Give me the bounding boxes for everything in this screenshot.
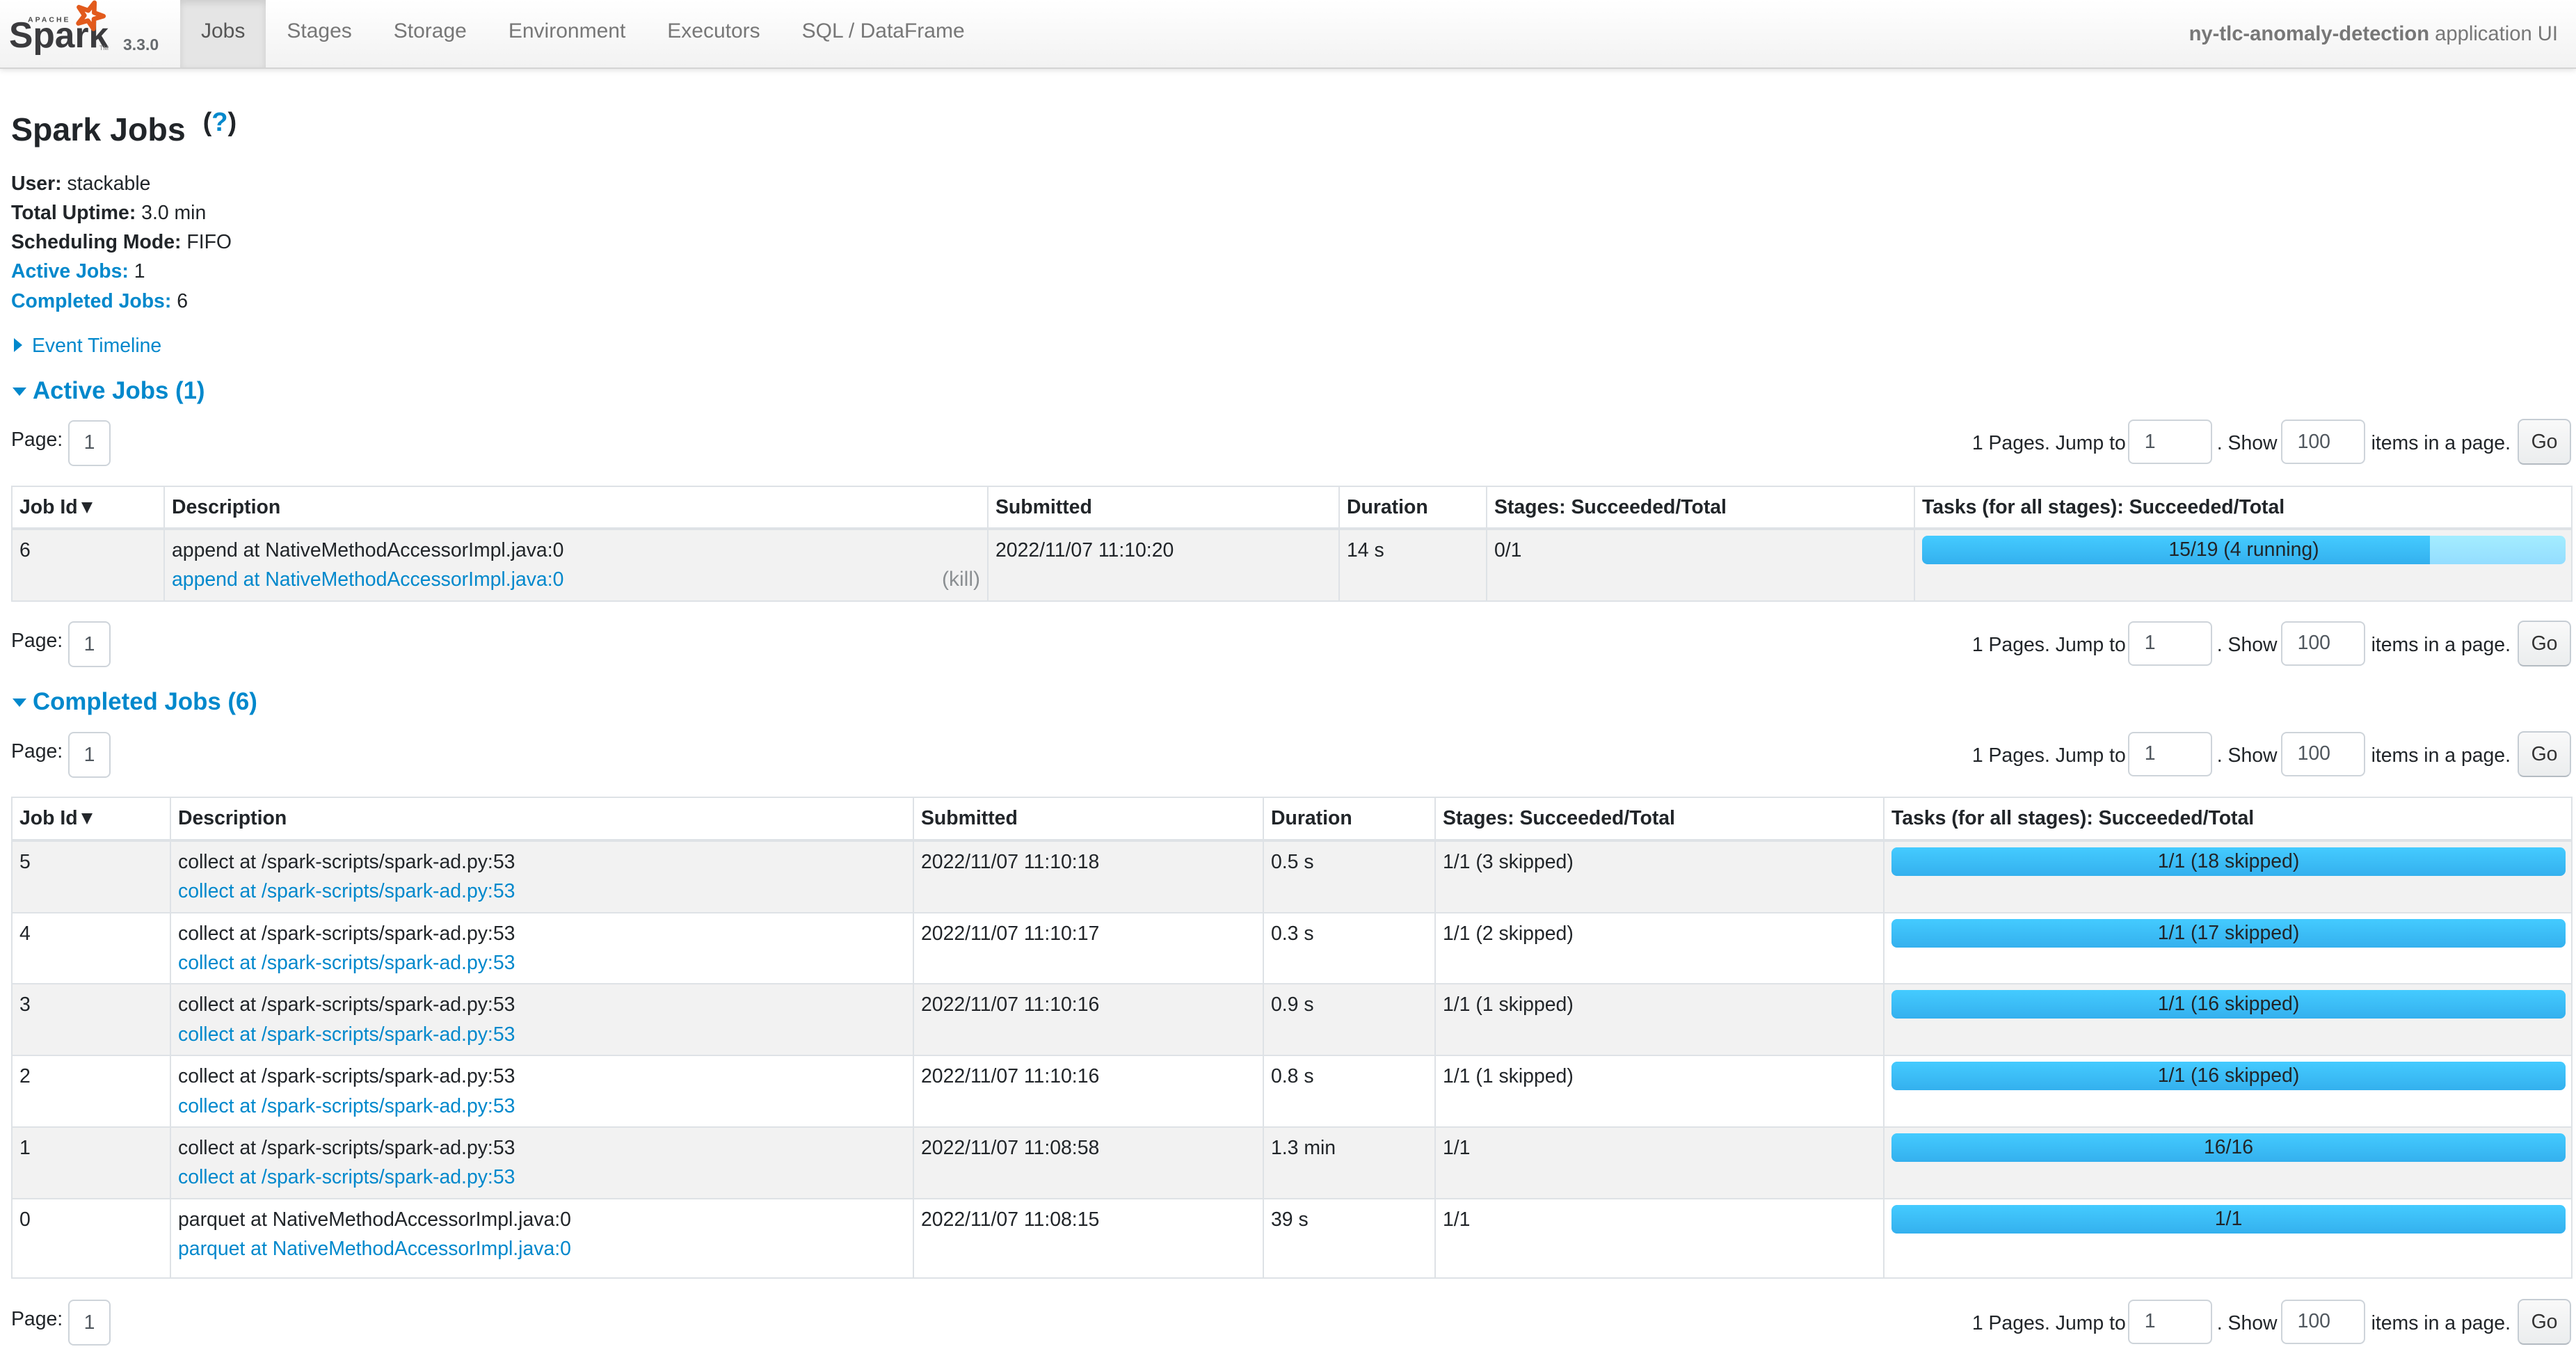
svg-text:TM: TM <box>99 45 109 51</box>
